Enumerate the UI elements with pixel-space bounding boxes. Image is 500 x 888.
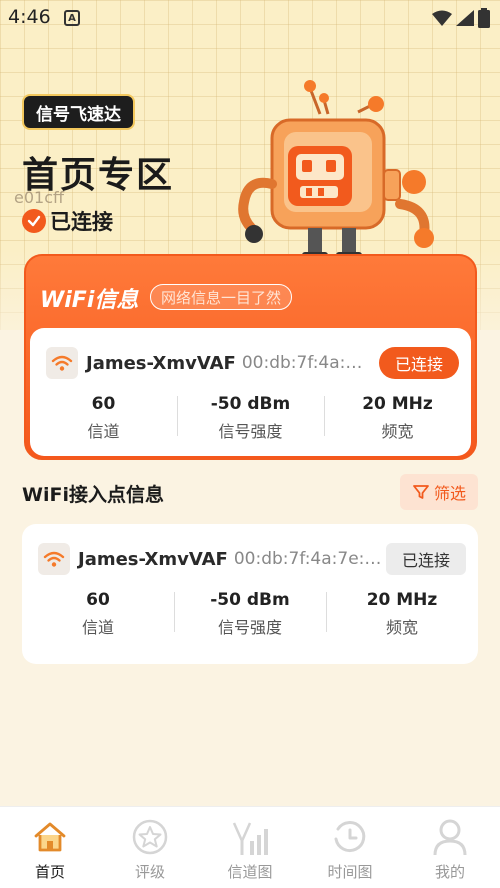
battery-icon: [478, 8, 490, 28]
wifi-info-title: WiFi信息: [40, 288, 139, 313]
access-point-card[interactable]: James-XmvVAF 00:db:7f:4a:7e:71 已连接 60 信道…: [22, 524, 478, 664]
profile-icon: [430, 817, 470, 857]
nav-label: 我的: [434, 863, 465, 881]
access-point-stats: 60 信道 -50 dBm 信号强度 20 MHz 频宽: [22, 590, 478, 638]
device-id: e01cff: [14, 188, 65, 207]
current-network-panel[interactable]: James-XmvVAF 00:db:7f:4a:7e:... 已连接 60 信…: [30, 328, 471, 456]
nav-rating[interactable]: 评级: [100, 807, 200, 888]
stat-label: 信号强度: [217, 618, 282, 637]
stat-signal-strength: -50 dBm 信号强度: [177, 394, 324, 442]
nav-label: 首页: [34, 863, 65, 881]
stat-value: 20 MHz: [362, 394, 433, 414]
stat-value: 60: [86, 590, 110, 610]
nav-label: 信道图: [227, 863, 273, 881]
filter-button[interactable]: 筛选: [400, 474, 478, 510]
filter-label: 筛选: [433, 484, 466, 503]
network-stats: 60 信道 -50 dBm 信号强度 20 MHz 频宽: [30, 394, 471, 442]
status-time: 4:46: [8, 6, 51, 28]
wifi-icon: [38, 543, 70, 575]
connected-button[interactable]: 已连接: [378, 347, 459, 379]
filter-icon: [413, 485, 429, 499]
wifi-info-subtitle: 网络信息一目了然: [150, 284, 293, 310]
wifi-icon: [46, 347, 78, 379]
stat-label: 频宽: [385, 618, 418, 637]
network-mac: 00:db:7f:4a:7e:...: [241, 353, 373, 373]
access-point-connected-button[interactable]: 已连接: [385, 543, 466, 575]
clock-icon: [330, 817, 370, 857]
home-icon: [30, 817, 70, 857]
stat-value: 60: [91, 394, 116, 414]
nav-time-chart[interactable]: 时间图: [300, 807, 400, 888]
stat-label: 频宽: [381, 422, 414, 441]
stat-bandwidth: 20 MHz 频宽: [326, 590, 478, 638]
stat-channel: 60 信道: [30, 394, 177, 442]
star-icon: [130, 817, 170, 857]
channel-chart-icon: [230, 817, 270, 857]
stat-channel: 60 信道: [22, 590, 174, 638]
access-point-header: James-XmvVAF 00:db:7f:4a:7e:71 已连接: [38, 542, 466, 576]
nav-channel-chart[interactable]: 信道图: [200, 807, 300, 888]
wifi-signal-icon: [432, 10, 452, 26]
nav-home[interactable]: 首页: [0, 807, 100, 888]
stat-label: 信道: [87, 422, 120, 441]
robot-illustration: [238, 80, 434, 262]
connection-status: 已连接: [22, 206, 113, 236]
wifi-info-card: WiFi信息 网络信息一目了然 James-XmvVAF 00:db:7f:4a…: [24, 254, 477, 460]
notification-icon: A: [64, 10, 80, 26]
status-icons: [432, 8, 490, 28]
stat-label: 信号强度: [218, 422, 283, 441]
bottom-nav: 首页 评级 信道图 时间图 我的: [0, 806, 500, 888]
access-point-mac: 00:db:7f:4a:7e:71: [233, 549, 382, 569]
slogan-badge: 信号飞速达: [22, 94, 135, 130]
stat-signal-strength: -50 dBm 信号强度: [174, 590, 326, 638]
cell-signal-icon: [456, 10, 474, 26]
network-ssid: James-XmvVAF: [86, 352, 236, 374]
network-header: James-XmvVAF 00:db:7f:4a:7e:... 已连接: [46, 346, 459, 380]
stat-label: 信道: [81, 618, 114, 637]
access-points-title: WiFi接入点信息: [22, 484, 164, 506]
stat-value: -50 dBm: [210, 590, 290, 610]
nav-label: 时间图: [327, 863, 373, 881]
stat-value: -50 dBm: [210, 394, 291, 414]
check-icon: [22, 209, 46, 233]
status-bar: 4:46 A: [0, 0, 500, 34]
stat-value: 20 MHz: [366, 590, 438, 610]
connection-status-label: 已连接: [50, 210, 113, 234]
nav-label: 评级: [134, 863, 165, 881]
access-point-ssid: James-XmvVAF: [78, 548, 228, 570]
stat-bandwidth: 20 MHz 频宽: [324, 394, 471, 442]
nav-profile[interactable]: 我的: [400, 807, 500, 888]
